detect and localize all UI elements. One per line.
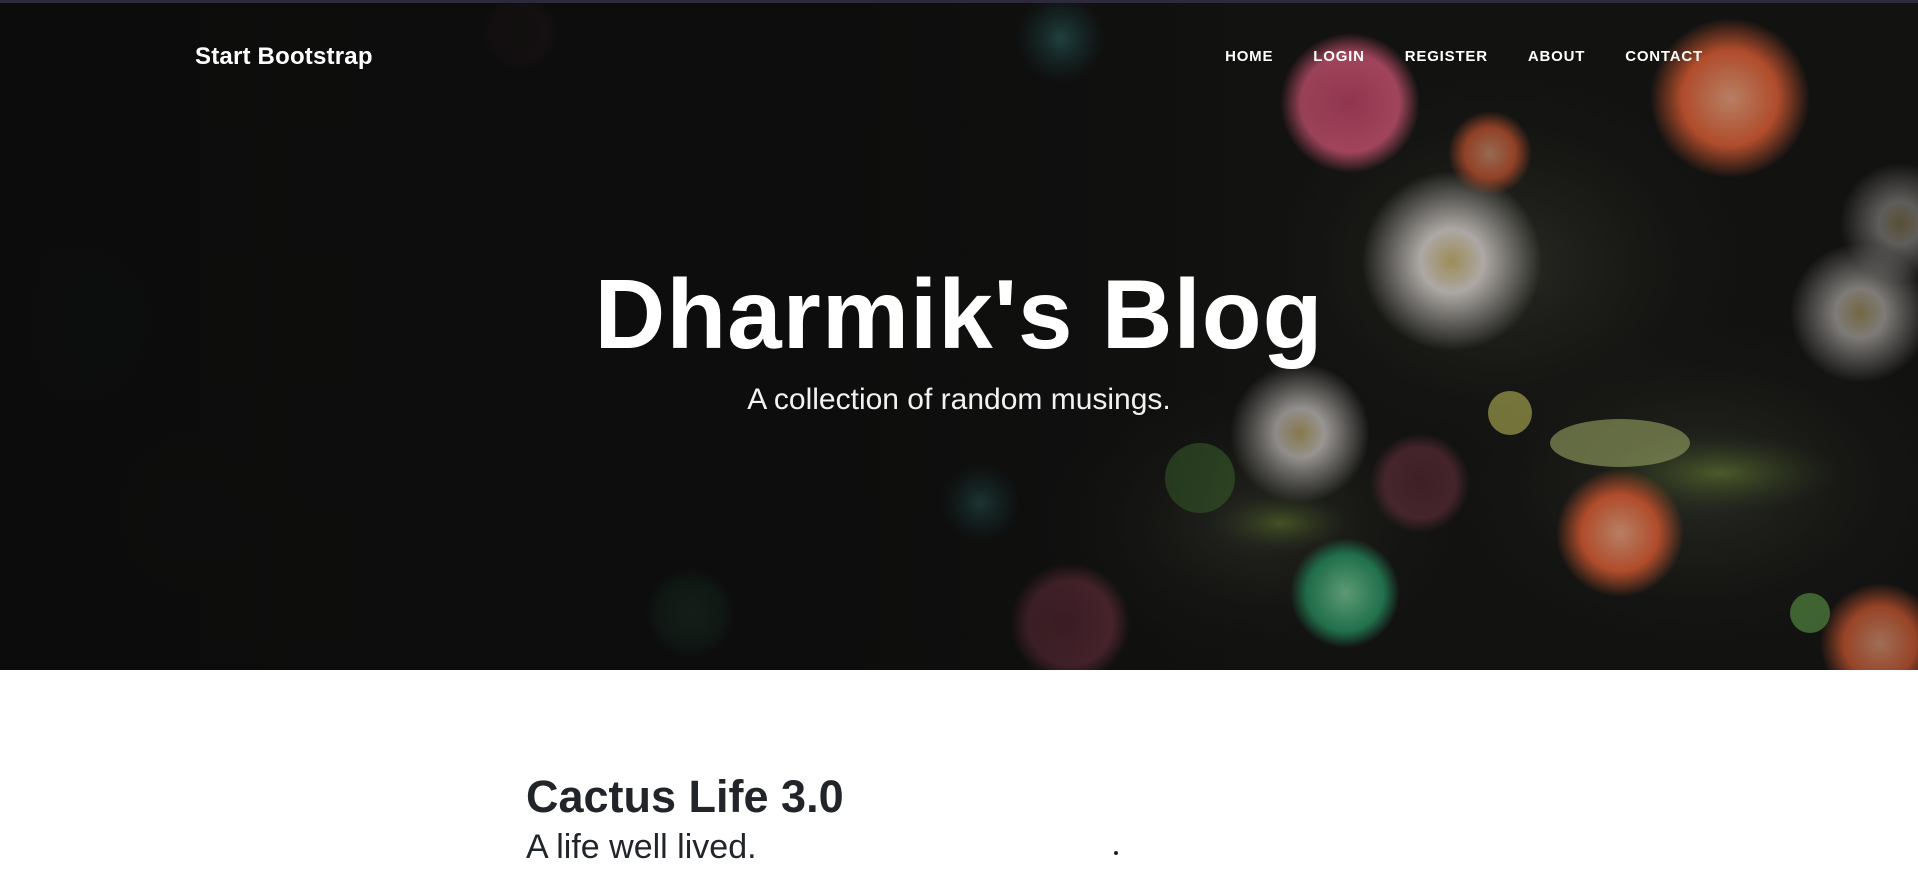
hero-header: Start Bootstrap HOME LOGIN REGISTER ABOU…	[0, 0, 1918, 670]
nav-link-register[interactable]: REGISTER	[1385, 48, 1508, 65]
nav-item-home: HOME	[1205, 48, 1293, 65]
main-navbar: Start Bootstrap HOME LOGIN REGISTER ABOU…	[0, 3, 1918, 113]
post-title[interactable]: Cactus Life 3.0	[526, 770, 844, 824]
site-subtitle: A collection of random musings.	[747, 382, 1171, 416]
nav-link-about[interactable]: ABOUT	[1508, 48, 1605, 65]
nav-menu: HOME LOGIN REGISTER ABOUT CONTACT	[1205, 48, 1703, 65]
cursor-dot	[1114, 851, 1118, 855]
brand-link[interactable]: Start Bootstrap	[195, 43, 373, 71]
nav-item-about: ABOUT	[1508, 48, 1605, 65]
nav-link-contact[interactable]: CONTACT	[1605, 48, 1703, 65]
post-preview[interactable]: Cactus Life 3.0 A life well lived.	[526, 770, 844, 867]
nav-item-login: LOGIN	[1293, 48, 1385, 65]
nav-item-register: REGISTER	[1385, 48, 1508, 65]
site-title: Dharmik's Blog	[594, 259, 1324, 369]
post-subtitle[interactable]: A life well lived.	[526, 828, 844, 867]
main-content: Cactus Life 3.0 A life well lived.	[0, 670, 1918, 883]
nav-link-home[interactable]: HOME	[1205, 48, 1293, 65]
site-heading: Dharmik's Blog A collection of random mu…	[0, 259, 1918, 417]
nav-link-login[interactable]: LOGIN	[1293, 48, 1385, 65]
nav-item-contact: CONTACT	[1605, 48, 1703, 65]
